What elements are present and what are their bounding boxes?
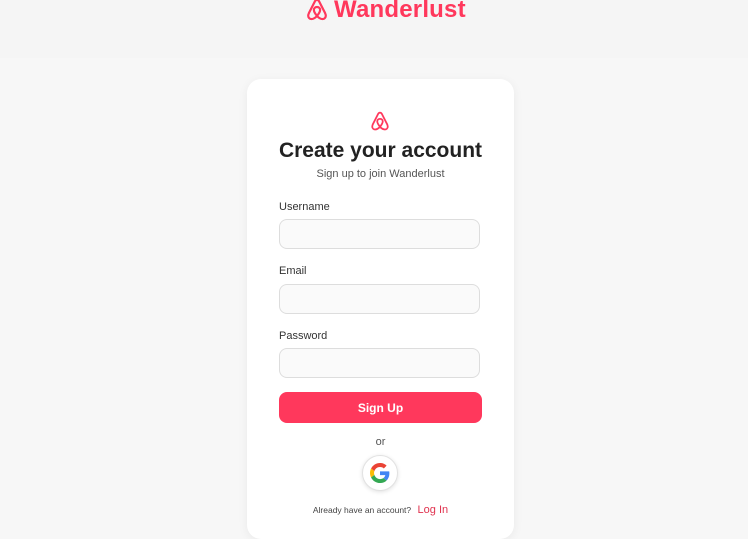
email-input[interactable] [279, 284, 480, 314]
brand-name: Wanderlust [334, 0, 466, 23]
or-divider: or [375, 436, 386, 448]
username-input[interactable] [279, 219, 480, 249]
google-sign-in-button[interactable] [362, 455, 398, 491]
page-subtitle: Sign up to join Wanderlust [316, 168, 445, 180]
brand[interactable]: Wanderlust [306, 0, 466, 25]
login-prompt-text: Already have an account? [312, 505, 412, 515]
top-header: Wanderlust [0, 0, 748, 58]
login-prompt-row: Already have an account? Log In [247, 504, 514, 516]
signup-card: Create your account Sign up to join Wand… [247, 79, 514, 539]
airbnb-logo-icon [371, 111, 389, 131]
email-label: Email [279, 265, 307, 277]
airbnb-logo-icon [307, 0, 327, 21]
page-title: Create your account [278, 139, 483, 162]
password-input[interactable] [279, 348, 480, 378]
password-label: Password [279, 330, 328, 342]
sign-up-button[interactable]: Sign Up [279, 392, 482, 423]
username-label: Username [279, 201, 330, 213]
log-in-link[interactable]: Log In [418, 504, 449, 516]
google-icon [370, 463, 390, 483]
